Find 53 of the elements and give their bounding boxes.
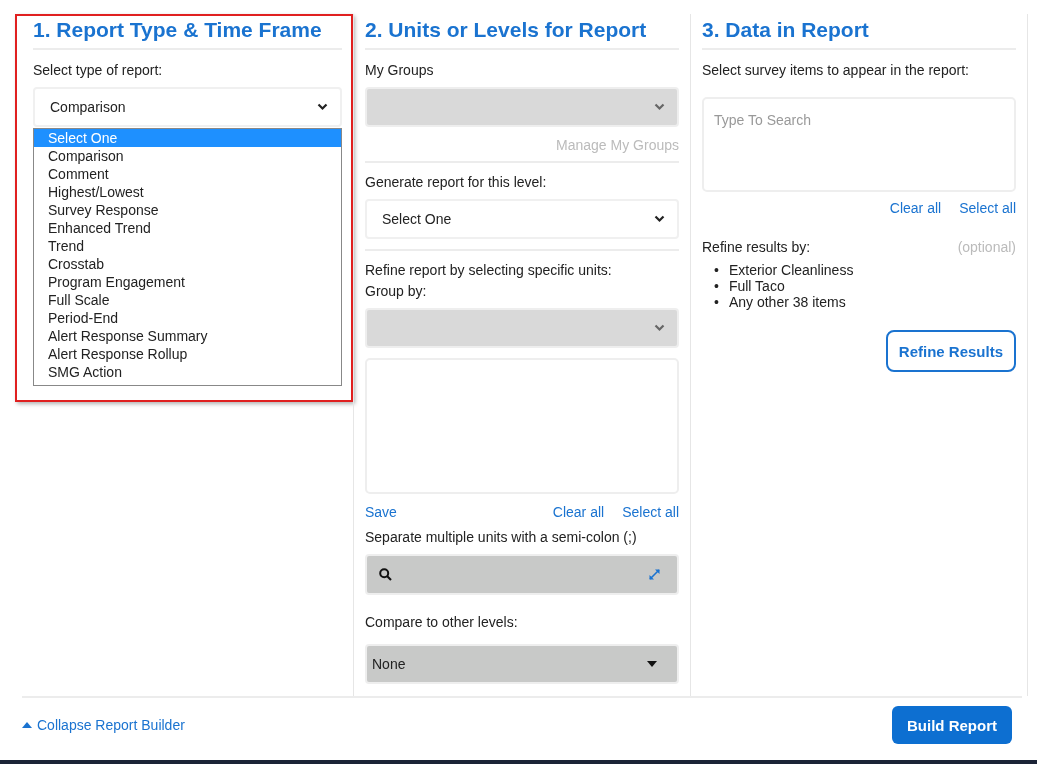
select-all-link[interactable]: Select all — [959, 200, 1016, 216]
collapse-link[interactable]: Collapse Report Builder — [22, 717, 185, 733]
section-title: 2. Units or Levels for Report — [365, 16, 679, 50]
chevron-down-icon — [654, 215, 665, 223]
section-title: 1. Report Type & Time Frame — [33, 16, 342, 50]
bullet: • — [714, 294, 719, 310]
dropdown-option[interactable]: Period-End — [34, 309, 341, 327]
select-all-link[interactable]: Select all — [622, 504, 679, 520]
field-label: Select survey items to appear in the report: — [702, 61, 970, 79]
refine-item: Any other 38 items — [728, 294, 846, 310]
field-label: Compare to other levels: — [365, 613, 519, 631]
refine-results-button[interactable]: Refine Results — [885, 330, 1016, 372]
field-label: Generate report for this level: — [365, 173, 548, 191]
clear-all-link[interactable]: Clear all — [889, 200, 942, 216]
search-icon — [379, 568, 392, 581]
caret-up-icon — [22, 722, 32, 728]
expand-icon — [648, 568, 661, 581]
dropdown-option[interactable]: Alert Response Rollup — [34, 345, 341, 363]
caret-down-icon — [647, 661, 657, 667]
dropdown-option[interactable]: Survey Response — [34, 201, 341, 219]
chevron-down-icon — [654, 103, 665, 111]
report-type-select[interactable]: Comparison — [33, 87, 342, 127]
dropdown-option[interactable]: Alert Response Summary — [34, 327, 341, 345]
dropdown-option[interactable]: Trend — [34, 237, 341, 255]
field-label: My Groups — [365, 61, 435, 79]
field-label: Refine report by selecting specific units: — [365, 261, 613, 279]
survey-search-field[interactable]: Type To Search — [702, 97, 1016, 192]
bullet: • — [714, 262, 719, 278]
dropdown-option[interactable]: Comparison — [34, 147, 341, 165]
section-title: 3. Data in Report — [702, 16, 1016, 50]
refine-item: Full Taco — [728, 278, 785, 294]
dropdown-option[interactable]: Full Scale — [34, 291, 341, 309]
dropdown-option[interactable]: Highest/Lowest — [34, 183, 341, 201]
dropdown-option[interactable]: Crosstab — [34, 255, 341, 273]
clear-all-link[interactable]: Clear all — [552, 504, 605, 520]
bullet: • — [714, 278, 719, 294]
field-label: Select type of report: — [33, 61, 164, 79]
dropdown-option[interactable]: Comment — [34, 165, 341, 183]
level-select[interactable]: Select One — [365, 199, 679, 239]
build-report-button[interactable]: Build Report — [892, 706, 1012, 744]
dropdown-option[interactable]: SMG Action — [34, 363, 341, 381]
chevron-down-icon — [654, 324, 665, 332]
field-label: Separate multiple units with a semi-colon (;) — [365, 528, 638, 546]
units-search-field[interactable] — [365, 554, 679, 595]
save-link[interactable]: Save — [365, 504, 397, 520]
field-label: Refine results by: — [702, 238, 811, 256]
compare-select[interactable]: None — [365, 644, 679, 684]
field-label: Group by: — [365, 282, 428, 300]
optional-note: (optional) — [957, 239, 1016, 255]
refine-item: Exterior Cleanliness — [728, 262, 854, 278]
dropdown-option[interactable]: Program Engagement — [34, 273, 341, 291]
chevron-down-icon — [317, 103, 328, 111]
dropdown-option[interactable]: Enhanced Trend — [34, 219, 341, 237]
